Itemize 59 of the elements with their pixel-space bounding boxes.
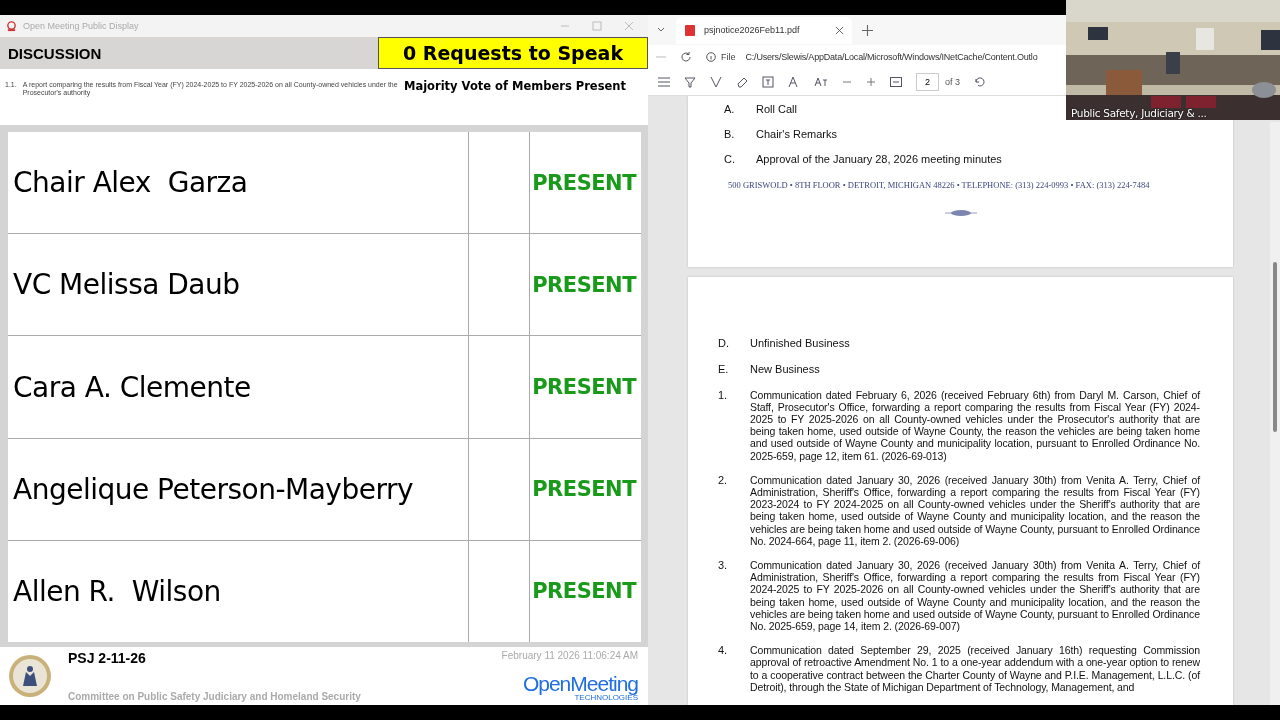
new-tab-icon[interactable] — [862, 24, 873, 36]
eraser-icon[interactable] — [736, 76, 748, 88]
browser-tab[interactable]: psjnotice2026Feb11.pdf — [676, 16, 852, 44]
window-title: Open Meeting Public Display — [23, 21, 139, 31]
section-letter: E. — [718, 362, 730, 375]
section-heading: Unfinished Business — [750, 336, 850, 349]
attendance-status: PRESENT — [531, 169, 638, 197]
page-number-field[interactable]: 2 — [916, 73, 939, 91]
section-letter: D. — [718, 336, 730, 349]
attendance-status: PRESENT — [531, 271, 638, 299]
requests-banner: 0 Requests to Speak — [378, 37, 648, 69]
agenda-paragraph: Communication dated September 29, 2025 (received January 16th) requesting Commission approval of retroactive Amendment No. 1 to a one-year addendum with a one-year option to renew to a cooperative contract between the Charter County of Wayne and P.I.E. Management, L.L.C. (of Detroit), through the State of Michigan Department of Technology, Management, and — [750, 644, 1200, 693]
item-letter: B. — [724, 127, 736, 140]
vote-rule: Majority Vote of Members Present — [403, 79, 626, 93]
url-scheme: File — [721, 52, 736, 62]
attendance-status: PRESENT — [531, 578, 638, 606]
member-name: Angelique Peterson-Mayberry — [8, 438, 469, 540]
timestamp: February 11 2026 11:06:24 AM — [501, 650, 638, 661]
item-number: 4. — [718, 644, 729, 659]
attendance-status: PRESENT — [531, 374, 638, 401]
seal-icon — [8, 654, 52, 698]
agenda-item: Roll Call — [756, 102, 797, 115]
agenda-item: Chair's Remarks — [756, 127, 837, 140]
logo-tagline: TECHNOLOGIES — [574, 694, 638, 702]
app-icon — [6, 20, 17, 32]
pdf-icon — [684, 23, 696, 37]
committee-name: Committee on Public Safety Judiciary and Homeland Security — [68, 691, 362, 702]
attendance-status: PRESENT — [531, 476, 638, 504]
item-letter: A. — [724, 102, 736, 115]
item-number: 1. — [718, 388, 729, 403]
info-icon — [706, 52, 716, 62]
scrollbar[interactable] — [1270, 122, 1280, 705]
fit-width-icon[interactable] — [890, 77, 902, 87]
ornament-icon — [944, 210, 977, 216]
agenda-item: Approval of the January 28, 2026 meeting minutes — [756, 152, 1002, 165]
page-count: of 3 — [945, 77, 961, 87]
section-heading: New Business — [750, 362, 820, 375]
item-letter: C. — [724, 152, 736, 165]
item-number: 3. — [718, 558, 729, 573]
item-number: 2. — [718, 473, 729, 488]
letterhead-address: 500 GRISWOLD • 8TH FLOOR • DETROIT, MICHIGAN 48226 • TELEPHONE: (313) 224-0993 • FAX: (313) 224-7484 — [727, 179, 1150, 190]
meeting-code: PSJ 2-11-26 — [68, 650, 147, 666]
zoom-in-icon[interactable] — [866, 77, 876, 87]
pen-icon[interactable] — [710, 76, 722, 88]
video-caption: Public Safety, Judiciary & ... — [1071, 107, 1207, 119]
member-name: VC Melissa Daub — [8, 234, 469, 336]
agenda-paragraph: Communication dated January 30, 2026 (received January 30th) from Venita A. Terry, Chief of Administration, Sheriff's Office, forwarding a report comparing the results from Fiscal Year (FY) 2023-2024 to FY 2024-2025 on all County-owned vehicles under the Sheriff's authority that are being taken home, used outside of Wayne County and municipality location, and the reason the vehicles are being taken home and used outside of Wayne County, pursuant to Enrolled Ordinance No. 2024-664, page 11, item 2. (2026-69-006) — [750, 473, 1200, 547]
member-name: Allen R. Wilson — [8, 540, 469, 642]
logo: OpenMeeting — [522, 673, 638, 694]
text-box-icon[interactable] — [762, 76, 774, 88]
rotate-icon[interactable] — [974, 76, 987, 88]
refresh-icon[interactable] — [680, 51, 692, 63]
agenda-paragraph: Communication dated February 6, 2026 (received February 6th) from Daryl M. Carson, Chief of Staff, Prosecutor's Office, forwarding a report comparing the results from Fiscal Year (FY) 2024-2025 to FY 2025-2026 on all County-owned vehicles under the Prosecutor's authority that are being taken home, used outside of Wayne County, the reason the vehicles are being taken home and used outside of Wayne County and municipality location, pursuant to Enrolled Ordinance No. 2025-659, page 12, item 61. (2026-69-013) — [750, 388, 1200, 462]
agenda-paragraph: Communication dated January 30, 2026 (received January 30th) from Venita A. Terry, Chief of Administration, Sheriff's Office, forwarding a report comparing the results from Fiscal Year (FY) 2024-2025 to FY 2025-2026 on all County-owned vehicles under the Sheriff's authority that are being taken home, used outside of Wayne County and municipality location, and the reason the vehicles are being taken home and used outside of Wayne County, pursuant to Enrolled Ordinance No. 2025-659, page 14, item 2. (2026-69-007) — [750, 558, 1200, 633]
url-text: C:/Users/Slewis/AppData/Local/Microsoft/Windows/INetCache/Content.Outlo — [745, 52, 1038, 62]
close-icon[interactable] — [835, 25, 844, 35]
section-title: DISCUSSION — [7, 43, 103, 64]
member-name: Cara A. Clemente — [8, 336, 469, 438]
member-name: Chair Alex Garza — [8, 132, 469, 234]
